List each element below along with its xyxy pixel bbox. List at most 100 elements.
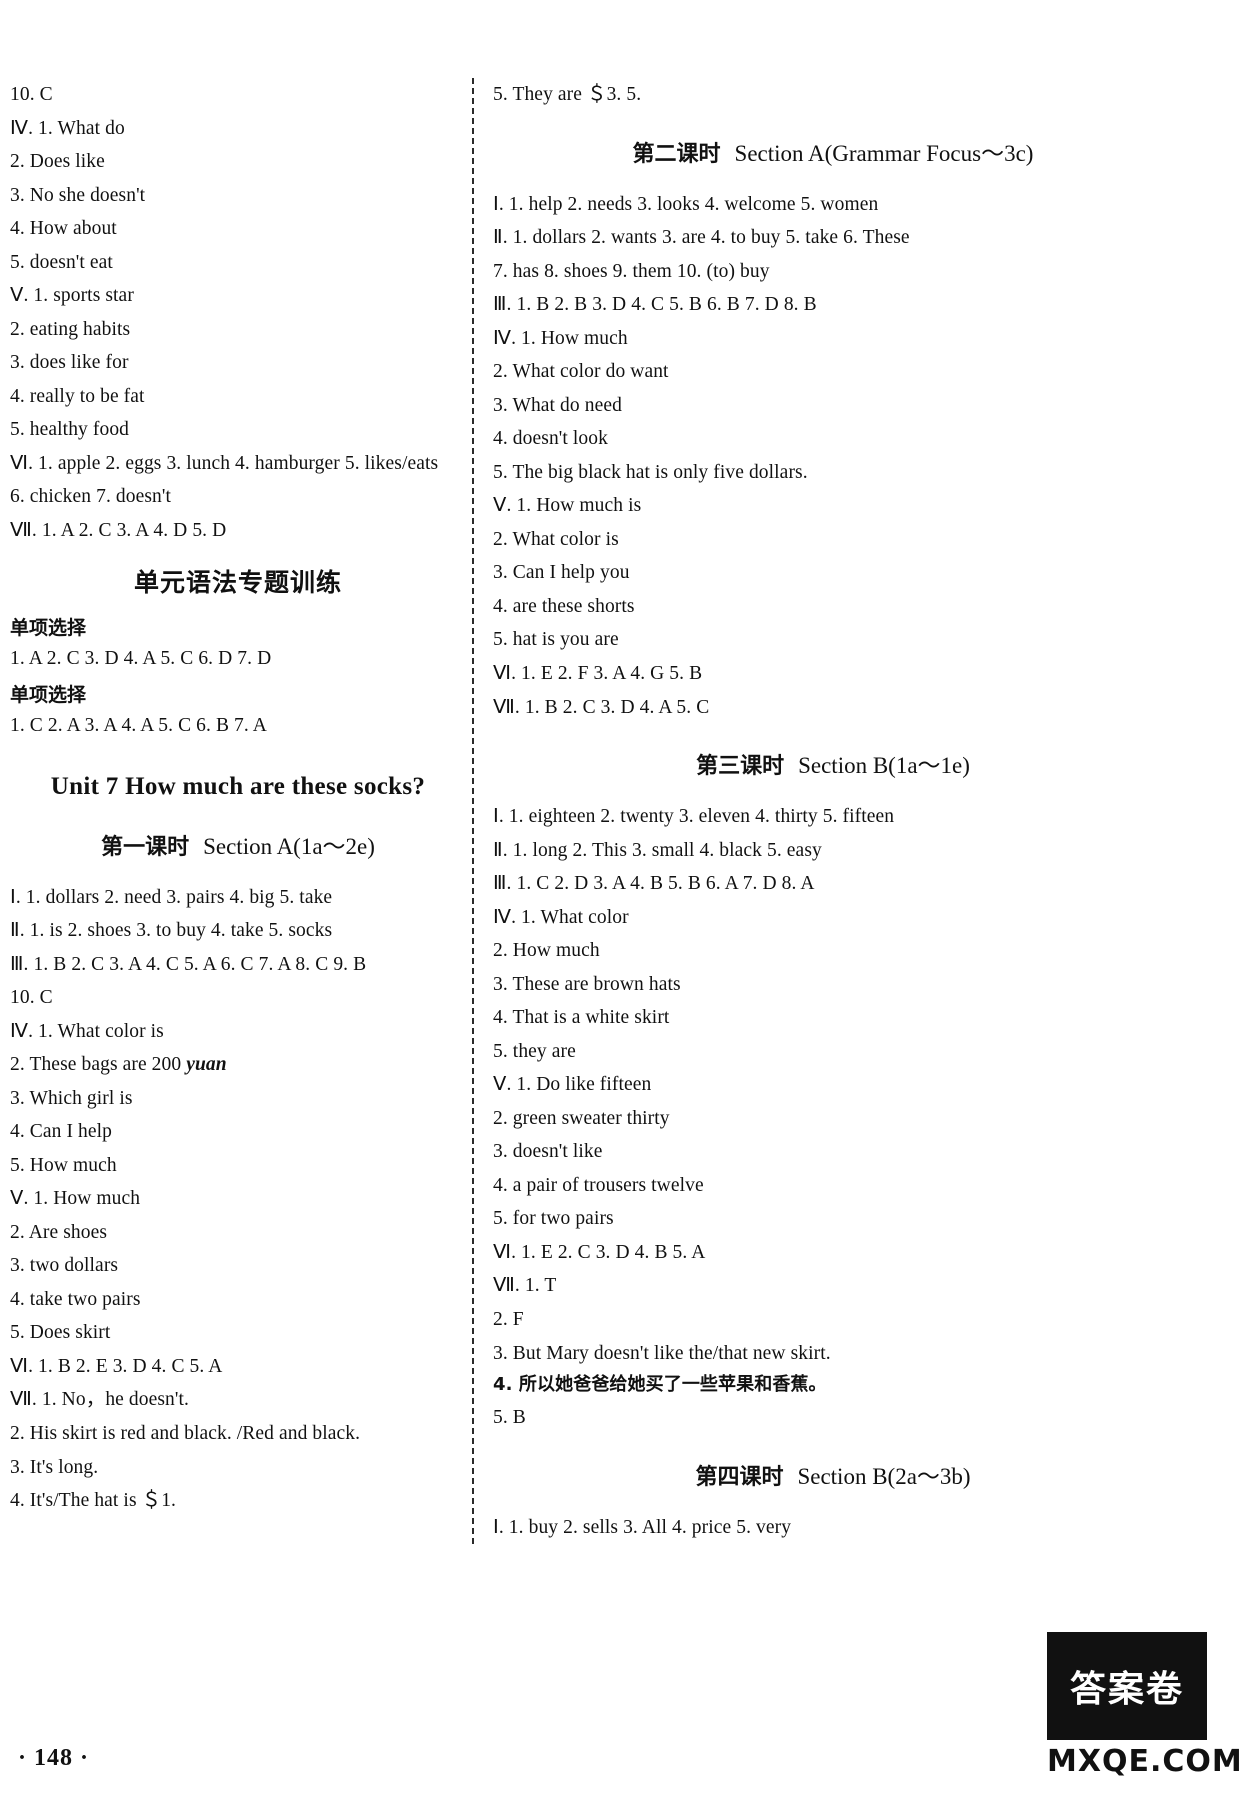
answer-line: 10. C	[10, 987, 53, 1009]
answer-line: Ⅵ. 1. E 2. C 3. D 4. B 5. A	[493, 1241, 706, 1263]
answer-line: Ⅲ. 1. B 2. B 3. D 4. C 5. B 6. B 7. D 8.…	[493, 294, 817, 316]
answer-line: 2. green sweater thirty	[493, 1107, 670, 1129]
answer-line: 5. Does skirt	[10, 1322, 111, 1344]
answer-line: 5. B	[493, 1407, 526, 1429]
answer-line: Ⅴ. 1. How much	[10, 1188, 141, 1210]
lesson-title-zh: 第一课时	[101, 834, 190, 860]
answer-key-page: 10. C Ⅳ. 1. What do 2. Does like 3. No s…	[0, 0, 1245, 1800]
answer-line: 4. That is a white skirt	[493, 1007, 670, 1029]
answer-line: 2. His skirt is red and black. /Red and …	[10, 1423, 361, 1444]
lesson-title-1: 第一课时 Section A(1a～2e)	[10, 827, 466, 861]
answer-line: 1. A 2. C 3. D 4. A 5. C 6. D 7. D	[10, 648, 272, 670]
answer-line: 2. Are shoes	[10, 1221, 108, 1243]
answer-line: 2. What color do want	[493, 361, 669, 383]
answer-line: 4. take two pairs	[10, 1288, 141, 1310]
answer-line: 3. These are brown hats	[493, 973, 681, 995]
answer-line: 5. They are ＄3. 5.	[493, 84, 642, 105]
answer-line: 5. The big black hat is only five dollar…	[493, 461, 808, 483]
answer-line-with-italic: 2. These bags are 200 yuan	[10, 1048, 466, 1082]
answer-line: Ⅵ. 1. apple 2. eggs 3. lunch 4. hamburge…	[10, 452, 439, 474]
answer-line: Ⅶ. 1. B 2. C 3. D 4. A 5. C	[493, 696, 710, 718]
two-column-body: 10. C Ⅳ. 1. What do 2. Does like 3. No s…	[0, 78, 1245, 1545]
answer-line: Ⅱ. 1. dollars 2. wants 3. are 4. to buy …	[493, 227, 910, 249]
lesson-title-zh: 第二课时	[632, 141, 721, 167]
answer-line: 1. C 2. A 3. A 4. A 5. C 6. B 7. A	[10, 714, 267, 736]
answer-line: Ⅳ. 1. How much	[493, 327, 628, 349]
lesson-title-en: Section A(1a～2e)	[203, 833, 375, 859]
answer-line: 5. doesn't eat	[10, 251, 113, 273]
multiple-choice-label: 单项选择	[10, 683, 87, 706]
answer-line: 3. What do need	[493, 394, 622, 416]
answer-line: Ⅰ. 1. help 2. needs 3. looks 4. welcome …	[493, 193, 879, 215]
answer-line: Ⅶ. 1. No，he doesn't.	[10, 1389, 189, 1411]
answer-line: Ⅲ. 1. C 2. D 3. A 4. B 5. B 6. A 7. D 8.…	[493, 873, 815, 895]
page-number-dot-left: ·	[18, 1745, 28, 1771]
answer-line: 5. healthy food	[10, 419, 130, 441]
answer-line: 4. doesn't look	[493, 428, 608, 450]
answer-line: Ⅱ. 1. long 2. This 3. small 4. black 5. …	[493, 839, 822, 861]
answer-line-chinese: 4. 所以她爸爸给她买了一些苹果和香蕉。	[493, 1374, 827, 1396]
lesson-title-4: 第四课时 Section B(2a～3b)	[493, 1457, 1173, 1491]
answer-line: Ⅶ. 1. T	[493, 1275, 557, 1297]
lesson-title-3: 第三课时 Section B(1a～1e)	[493, 746, 1173, 780]
answer-line: Ⅳ. 1. What color	[493, 906, 629, 928]
page-number-dot-right: ·	[80, 1745, 90, 1771]
answer-line: 2. F	[493, 1309, 524, 1330]
answer-line: Ⅳ. 1. What do	[10, 117, 125, 139]
answer-line: 10. C	[10, 84, 53, 105]
lesson-title-en: Section B(2a～3b)	[797, 1463, 971, 1489]
watermark-badge-text: 答案卷	[1069, 1669, 1184, 1710]
answer-line: Ⅶ. 1. A 2. C 3. A 4. D 5. D	[10, 519, 227, 541]
answer-line: 4. really to be fat	[10, 385, 145, 407]
answer-line: Ⅲ. 1. B 2. C 3. A 4. C 5. A 6. C 7. A 8.…	[10, 953, 367, 975]
answer-line: 5. they are	[493, 1040, 576, 1062]
lesson-title-en: Section B(1a～1e)	[798, 753, 970, 779]
answer-line: Ⅰ. 1. eighteen 2. twenty 3. eleven 4. th…	[493, 806, 895, 828]
answer-line: 3. Which girl is	[10, 1087, 133, 1109]
answer-line: 3. It's long.	[10, 1456, 99, 1478]
lesson-title-zh: 第三课时	[696, 754, 785, 780]
answer-line: 6. chicken 7. doesn't	[10, 486, 172, 508]
answer-line: 3. Can I help you	[493, 562, 630, 584]
answer-line: 4. Can I help	[10, 1121, 113, 1143]
page-number: · 148 ·	[18, 1745, 89, 1772]
answer-line: Ⅴ. 1. How much is	[493, 495, 642, 517]
unit-title: Unit 7 How much are these socks?	[50, 772, 426, 800]
answer-line: 2. eating habits	[10, 318, 131, 340]
answer-line: Ⅰ. 1. dollars 2. need 3. pairs 4. big 5.…	[10, 886, 333, 908]
left-column: 10. C Ⅳ. 1. What do 2. Does like 3. No s…	[0, 78, 472, 1518]
answer-line: Ⅴ. 1. sports star	[10, 285, 134, 307]
watermark-site-text: MXQE.COM	[1047, 1744, 1243, 1779]
answer-line: Ⅱ. 1. is 2. shoes 3. to buy 4. take 5. s…	[10, 920, 333, 942]
answer-line: 4. a pair of trousers twelve	[493, 1174, 704, 1196]
multiple-choice-label: 单项选择	[10, 617, 87, 640]
answer-line: 4. are these shorts	[493, 595, 635, 617]
answer-line: Ⅵ. 1. B 2. E 3. D 4. C 5. A	[10, 1355, 223, 1377]
answer-line: 5. for two pairs	[493, 1208, 614, 1230]
watermark: 答案卷 MXQE.COM	[1047, 1632, 1243, 1782]
lesson-title-zh: 第四课时	[695, 1464, 784, 1490]
answer-line: 2. What color is	[493, 528, 619, 550]
grammar-training-heading: 单元语法专题训练	[133, 568, 342, 598]
answer-line: 4. It's/The hat is ＄1.	[10, 1490, 177, 1512]
answer-line: Ⅵ. 1. E 2. F 3. A 4. G 5. B	[493, 662, 703, 684]
answer-line: Ⅴ. 1. Do like fifteen	[493, 1074, 652, 1096]
italic-pinyin: yuan	[186, 1054, 227, 1076]
answer-line: 3. does like for	[10, 352, 129, 374]
page-number-value: 148	[34, 1745, 74, 1771]
answer-line: 3. doesn't like	[493, 1141, 603, 1163]
answer-line: 7. has 8. shoes 9. them 10. (to) buy	[493, 260, 770, 282]
answer-line: 4. How about	[10, 218, 117, 240]
lesson-title-en: Section A(Grammar Focus～3c)	[734, 140, 1034, 166]
answer-line: 5. How much	[10, 1154, 117, 1176]
answer-line: Ⅳ. 1. What color is	[10, 1020, 164, 1042]
answer-line: 2. How much	[493, 940, 600, 962]
watermark-badge: 答案卷	[1047, 1632, 1207, 1740]
answer-line: 3. two dollars	[10, 1255, 119, 1277]
answer-line: 3. No she doesn't	[10, 184, 146, 206]
column-divider	[472, 78, 475, 1545]
answer-text: 2. These bags are 200	[10, 1054, 187, 1076]
answer-line: Ⅰ. 1. buy 2. sells 3. All 4. price 5. ve…	[493, 1516, 792, 1538]
right-column: 5. They are ＄3. 5. 第二课时 Section A(Grammar…	[493, 78, 1193, 1544]
answer-line: 3. But Mary doesn't like the/that new sk…	[493, 1342, 831, 1364]
